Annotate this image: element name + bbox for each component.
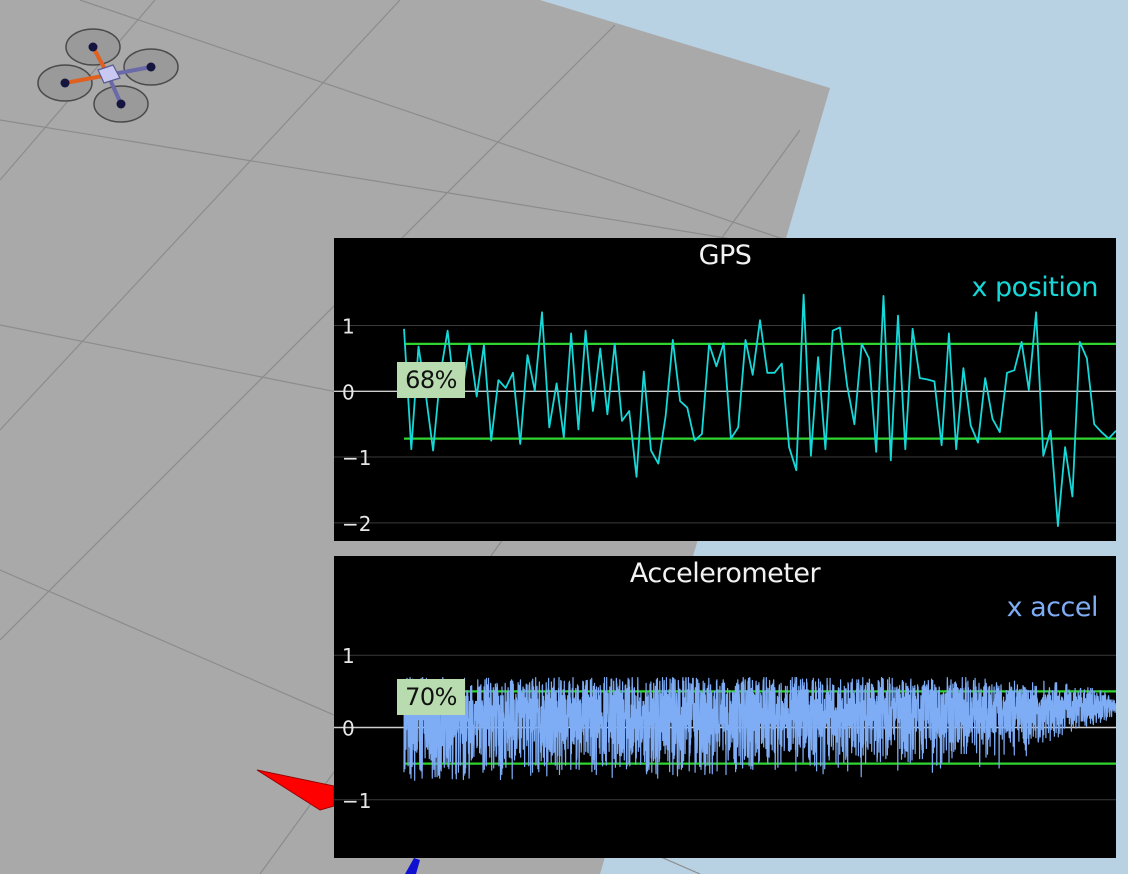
gps-y-tick-label: 1 (342, 314, 355, 338)
accelerometer-plot-title: Accelerometer (629, 558, 821, 589)
gps-plot-panel: 1 0 −1 −2 GPS x position 68% (334, 238, 1116, 541)
accelerometer-percent-badge: 70% (397, 679, 465, 715)
gps-y-tick-label: 0 (342, 380, 355, 404)
accelerometer-series-label: x accel (1006, 592, 1099, 623)
accelerometer-plot-panel: 1 0 −1 Accelerometer x accel 70% (334, 556, 1116, 858)
gps-y-tick-label: −2 (342, 512, 371, 536)
gps-percent-badge: 68% (397, 362, 465, 398)
gps-plot-title: GPS (698, 240, 752, 271)
accelerometer-y-tick-label: 1 (342, 644, 355, 668)
gps-y-tick-label: −1 (342, 446, 371, 470)
accelerometer-y-tick-label: −1 (342, 789, 371, 813)
gps-series-label: x position (971, 272, 1098, 303)
accelerometer-series-line (403, 676, 1116, 781)
accelerometer-y-tick-label: 0 (342, 717, 355, 741)
gps-series-line (403, 293, 1116, 528)
